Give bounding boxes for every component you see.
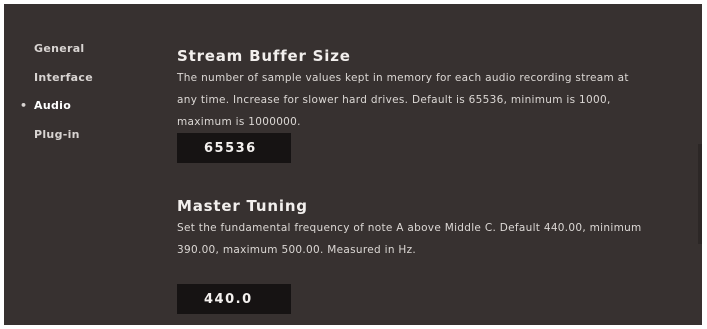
sidebar-item-audio[interactable]: • Audio	[20, 99, 72, 113]
preferences-window: General Interface • Audio Plug-in Stream…	[4, 4, 702, 325]
sidebar-item-plug-in[interactable]: Plug-in	[34, 128, 80, 142]
stream-buffer-size-title: Stream Buffer Size	[177, 47, 351, 65]
sidebar-item-label: General	[34, 42, 85, 55]
scrollbar[interactable]	[698, 144, 702, 244]
active-indicator-icon: •	[20, 99, 28, 112]
stream-buffer-size-description: The number of sample values kept in memo…	[177, 72, 629, 128]
master-tuning-description: Set the fundamental frequency of note A …	[177, 222, 642, 256]
preferences-sidebar: General Interface • Audio Plug-in	[4, 4, 164, 325]
master-tuning-input[interactable]	[177, 284, 291, 314]
sidebar-item-interface[interactable]: Interface	[34, 71, 93, 85]
master-tuning-title: Master Tuning	[177, 197, 308, 215]
stream-buffer-size-input[interactable]	[177, 133, 291, 163]
sidebar-item-label: Interface	[34, 71, 93, 84]
sidebar-item-label: Plug-in	[34, 128, 80, 141]
sidebar-item-general[interactable]: General	[34, 42, 85, 56]
sidebar-item-label: Audio	[34, 99, 72, 112]
